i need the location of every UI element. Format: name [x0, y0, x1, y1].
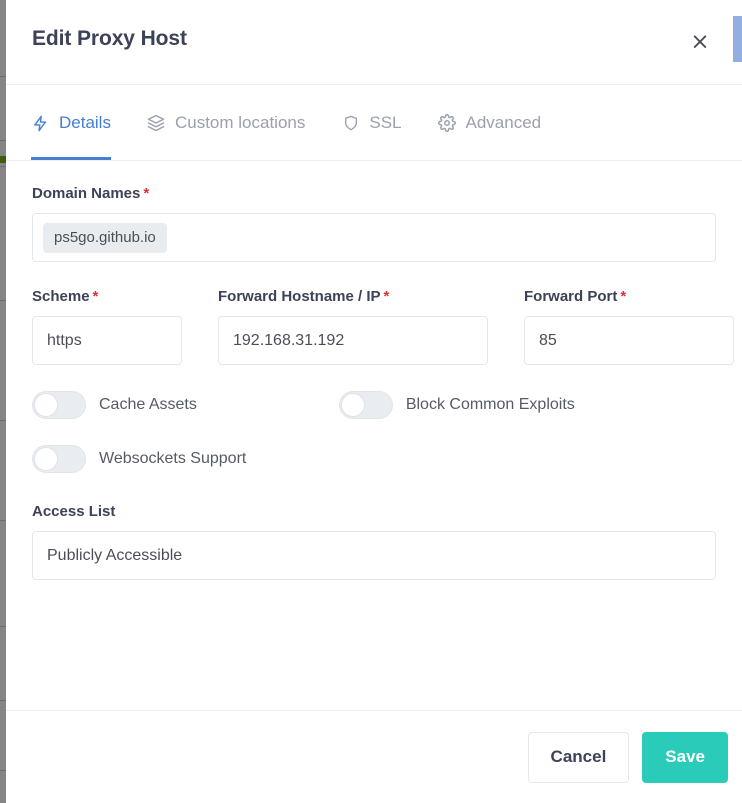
cancel-button[interactable]: Cancel: [528, 732, 630, 783]
forward-settings-row: Scheme* https Forward Hostname / IP* 192…: [32, 288, 716, 365]
domain-names-group: Domain Names* ps5go.github.io: [32, 185, 716, 262]
required-marker: *: [620, 288, 626, 305]
toggle-row-1: Cache Assets Block Common Exploits: [32, 391, 716, 419]
tab-ssl[interactable]: SSL: [341, 85, 401, 160]
websockets-support-toggle-group: Websockets Support: [32, 445, 246, 473]
details-form: Domain Names* ps5go.github.io Scheme* ht…: [6, 161, 742, 629]
access-list-group: Access List Publicly Accessible: [32, 503, 716, 580]
dialog-header: Edit Proxy Host ×: [6, 0, 742, 85]
access-list-label: Access List: [32, 503, 716, 520]
cache-assets-toggle[interactable]: [32, 391, 86, 419]
tab-custom-locations[interactable]: Custom locations: [147, 85, 305, 160]
toggle-row-2: Websockets Support: [32, 445, 716, 473]
block-common-exploits-toggle[interactable]: [339, 391, 393, 419]
tab-details[interactable]: Details: [31, 85, 111, 160]
domain-name-tag[interactable]: ps5go.github.io: [43, 223, 167, 253]
tab-ssl-label: SSL: [369, 113, 401, 133]
tab-advanced[interactable]: Advanced: [438, 85, 542, 160]
forward-port-label: Forward Port*: [524, 288, 734, 305]
forward-hostname-label: Forward Hostname / IP*: [218, 288, 488, 305]
block-common-exploits-toggle-group: Block Common Exploits: [339, 391, 575, 419]
dialog-tabs: Details Custom locations SSL: [6, 85, 742, 161]
scheme-group: Scheme* https: [32, 288, 182, 365]
save-button[interactable]: Save: [642, 732, 728, 783]
shield-icon: [341, 113, 360, 133]
required-marker: *: [93, 288, 99, 305]
access-list-select[interactable]: Publicly Accessible: [32, 531, 716, 580]
cache-assets-toggle-group: Cache Assets: [32, 391, 197, 419]
edit-proxy-host-dialog: Edit Proxy Host × Details Custom locatio…: [6, 0, 742, 803]
dialog-footer: Cancel Save: [6, 710, 742, 803]
gear-icon: [438, 113, 457, 133]
close-icon[interactable]: ×: [687, 29, 713, 55]
scheme-select[interactable]: https: [32, 316, 182, 365]
lightning-bolt-icon: [31, 113, 50, 133]
tab-advanced-label: Advanced: [466, 113, 542, 133]
required-marker: *: [143, 185, 149, 202]
scrollbar-thumb[interactable]: [733, 16, 742, 62]
block-common-exploits-label: Block Common Exploits: [406, 396, 575, 414]
websockets-support-label: Websockets Support: [99, 450, 246, 468]
required-marker: *: [384, 288, 390, 305]
tab-custom-locations-label: Custom locations: [175, 113, 305, 133]
page-scrollbar[interactable]: [733, 0, 742, 803]
forward-hostname-input[interactable]: 192.168.31.192: [218, 316, 488, 365]
toggle-knob: [34, 393, 58, 417]
scheme-label: Scheme*: [32, 288, 182, 305]
page-title: Edit Proxy Host: [32, 27, 187, 51]
tab-details-label: Details: [59, 113, 111, 133]
websockets-support-toggle[interactable]: [32, 445, 86, 473]
forward-port-input[interactable]: 85: [524, 316, 734, 365]
layers-icon: [147, 113, 166, 133]
domain-names-input[interactable]: ps5go.github.io: [32, 213, 716, 262]
toggle-knob: [341, 393, 365, 417]
cache-assets-label: Cache Assets: [99, 396, 197, 414]
forward-port-group: Forward Port* 85: [524, 288, 734, 365]
toggle-knob: [34, 447, 58, 471]
forward-hostname-group: Forward Hostname / IP* 192.168.31.192: [218, 288, 488, 365]
domain-names-label: Domain Names*: [32, 185, 716, 202]
